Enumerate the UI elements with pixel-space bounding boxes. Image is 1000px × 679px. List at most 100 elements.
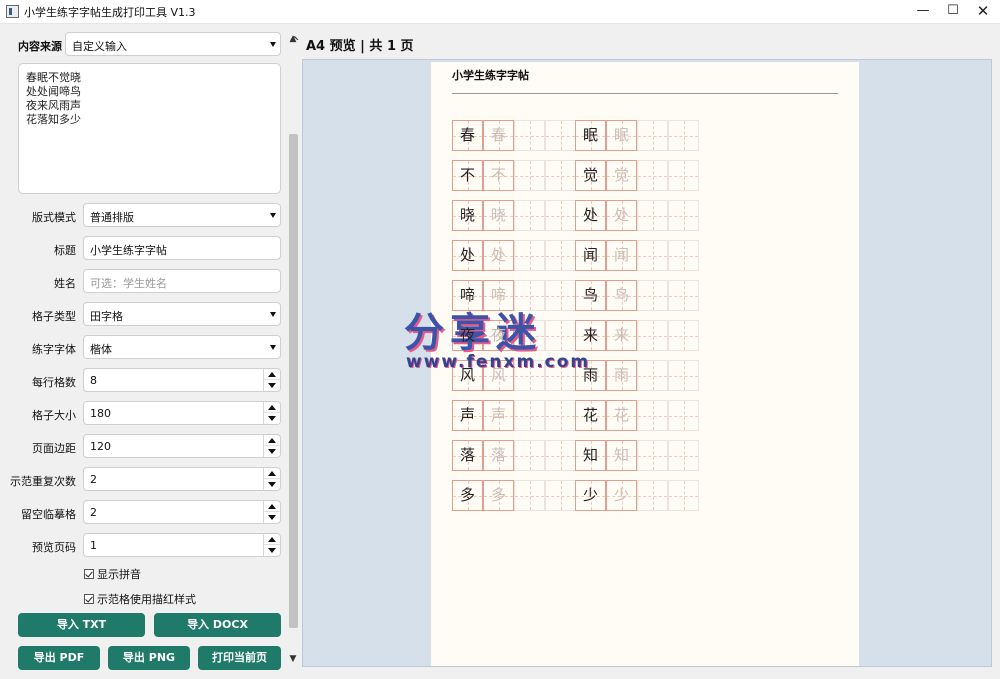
import-docx-button[interactable]: 导入 DOCX: [154, 613, 281, 637]
grid-cell: 雨: [606, 360, 637, 391]
title-value: 小学生练字字帖: [90, 244, 167, 257]
export-pdf-button[interactable]: 导出 PDF: [18, 646, 100, 670]
per-row-value: 8: [90, 374, 97, 387]
import-txt-button[interactable]: 导入 TXT: [18, 613, 145, 637]
chevron-down-icon: [268, 449, 276, 454]
increment-button[interactable]: [264, 501, 280, 512]
decrement-button[interactable]: [264, 413, 280, 424]
chevron-down-icon: [270, 213, 276, 218]
show-pinyin-checkbox[interactable]: 显示拼音: [84, 566, 141, 582]
grid-type-label: 格子类型: [32, 310, 76, 323]
grid-cell: 觉: [606, 160, 637, 191]
grid-cell: [545, 360, 576, 391]
grid-cell: 雨: [575, 360, 606, 391]
demo-character: 鸟: [582, 286, 598, 304]
increment-button[interactable]: [264, 468, 280, 479]
demo-repeat-value: 2: [90, 473, 97, 486]
grid-cell: 鸟: [575, 280, 606, 311]
per-row-spinbox[interactable]: 8: [83, 368, 281, 392]
increment-button[interactable]: [264, 534, 280, 545]
chevron-down-icon: [270, 42, 276, 47]
trace-character: 闻: [613, 246, 629, 264]
margin-spinbox[interactable]: 120: [83, 434, 281, 458]
chevron-up-icon: [268, 536, 276, 542]
grid-cell: [514, 440, 545, 471]
grid-cell: [545, 160, 576, 191]
grid-cell: [668, 360, 699, 391]
decrement-button[interactable]: [264, 512, 280, 523]
trace-character: 春: [490, 126, 506, 144]
grid-cell: [668, 440, 699, 471]
grid-cell: [668, 160, 699, 191]
decrement-button[interactable]: [264, 545, 280, 556]
print-page-button[interactable]: 打印当前页: [198, 646, 281, 670]
grid-cell: [514, 120, 545, 151]
grid-cell: [545, 280, 576, 311]
grid-cell: 夜: [452, 320, 483, 351]
grid-cell: [545, 200, 576, 231]
increment-button[interactable]: [264, 402, 280, 413]
name-input[interactable]: 可选：学生姓名: [83, 269, 281, 293]
per-row-label: 每行格数: [32, 376, 76, 389]
demo-repeat-spinbox[interactable]: 2: [83, 467, 281, 491]
name-label: 姓名: [54, 277, 76, 290]
demo-character: 花: [582, 406, 598, 424]
settings-scrollbar[interactable]: ▲ ▼: [287, 34, 299, 670]
grid-cell: 少: [606, 480, 637, 511]
maximize-button[interactable]: ☐: [936, 0, 970, 24]
increment-button[interactable]: [264, 435, 280, 446]
blank-trace-value: 2: [90, 506, 97, 519]
preview-page-spinbox[interactable]: 1: [83, 533, 281, 557]
red-trace-checkbox[interactable]: 示范格使用描红样式: [84, 591, 196, 607]
checkbox-checked-icon: [84, 594, 94, 604]
preview-page-value: 1: [90, 539, 97, 552]
grid-cell: 啼: [452, 280, 483, 311]
page-header-rule: [452, 93, 838, 94]
grid-cell: 不: [452, 160, 483, 191]
text-line: 春眠不觉晓: [26, 71, 81, 84]
title-input[interactable]: 小学生练字字帖: [83, 236, 281, 260]
grid-cell: 处: [483, 240, 514, 271]
text-line: 花落知多少: [26, 113, 81, 126]
grid-type-select[interactable]: 田字格: [83, 302, 281, 326]
grid-size-spinbox[interactable]: 180: [83, 401, 281, 425]
blank-trace-label: 留空临摹格: [21, 508, 76, 521]
trace-character: 夜: [490, 326, 506, 344]
blank-trace-spinbox[interactable]: 2: [83, 500, 281, 524]
decrement-button[interactable]: [264, 479, 280, 490]
trace-character: 来: [613, 326, 629, 344]
chevron-down-icon: [270, 312, 276, 317]
scrollbar-thumb[interactable]: [289, 134, 298, 628]
export-png-button[interactable]: 导出 PNG: [108, 646, 190, 670]
grid-cell: [637, 440, 668, 471]
grid-cell: 来: [606, 320, 637, 351]
scroll-down-icon[interactable]: ▼: [287, 654, 299, 668]
grid-cell: [514, 360, 545, 391]
collapse-caret-icon[interactable]: ^: [289, 35, 300, 50]
grid-cell: 少: [575, 480, 606, 511]
decrement-button[interactable]: [264, 380, 280, 391]
text-line: 夜来风雨声: [26, 99, 81, 112]
trace-character: 风: [490, 366, 506, 384]
margin-label: 页面边距: [32, 442, 76, 455]
content-source-select[interactable]: 自定义输入: [65, 32, 281, 56]
close-button[interactable]: ✕: [966, 0, 1000, 24]
font-select[interactable]: 楷体: [83, 335, 281, 359]
chevron-up-icon: [268, 371, 276, 377]
grid-cell: [668, 200, 699, 231]
page-title: 小学生练字字帖: [452, 69, 529, 82]
trace-character: 知: [613, 446, 629, 464]
increment-button[interactable]: [264, 369, 280, 380]
content-textarea[interactable]: 春眠不觉晓 处处闻啼鸟 夜来风雨声 花落知多少: [18, 63, 281, 194]
trace-character: 处: [613, 206, 629, 224]
grid-cell: [668, 280, 699, 311]
chevron-down-icon: [268, 383, 276, 388]
grid-cell: [514, 320, 545, 351]
layout-mode-select[interactable]: 普通排版: [83, 203, 281, 227]
grid-cell: 来: [575, 320, 606, 351]
decrement-button[interactable]: [264, 446, 280, 457]
minimize-button[interactable]: —: [906, 0, 940, 24]
preview-canvas[interactable]: 小学生练字字帖 春春不不晓晓处处啼啼夜夜风风声声落落多多眠眠觉觉处处闻闻鸟鸟来来…: [302, 59, 992, 667]
chevron-up-icon: [268, 404, 276, 410]
grid-cell: 晓: [452, 200, 483, 231]
